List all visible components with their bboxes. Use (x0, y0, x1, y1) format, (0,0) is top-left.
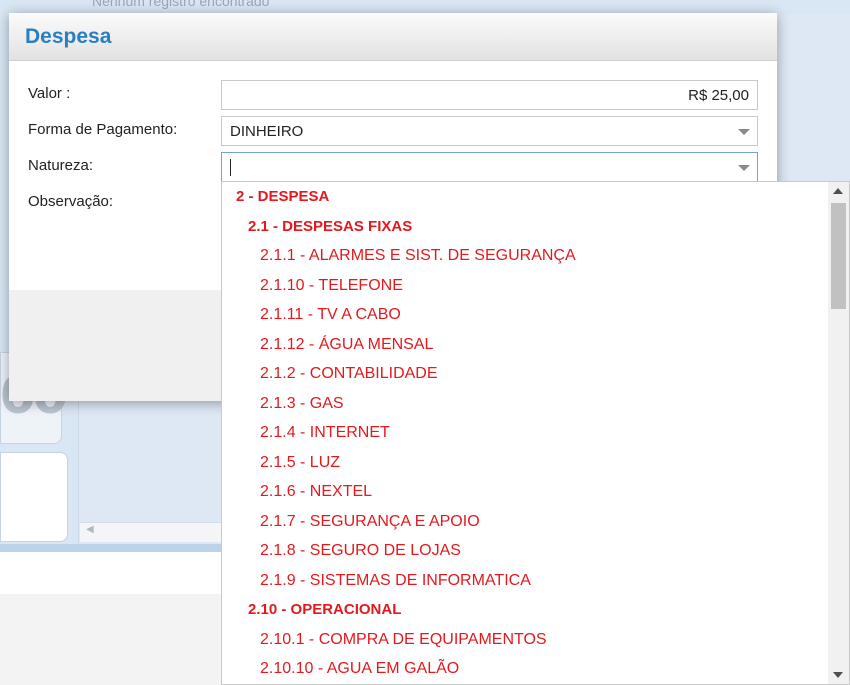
dropdown-option[interactable]: 2.1.6 - NEXTEL (222, 478, 826, 507)
background-tile (0, 452, 68, 542)
dropdown-option-label: 2.1.5 - LUZ (260, 453, 341, 471)
caret-down-icon[interactable] (738, 129, 750, 135)
dropdown-vertical-scrollbar[interactable] (828, 182, 849, 684)
observacao-label: Observação: (28, 193, 114, 210)
scroll-left-arrow-icon[interactable]: ◀ (86, 524, 94, 535)
natureza-label: Natureza: (28, 157, 94, 174)
dropdown-option-label: 2.1.11 - TV A CABO (260, 306, 401, 323)
dropdown-option-label: 2.1.1 - ALARMES E SIST. DE SEGURANÇA (260, 247, 576, 264)
scroll-down-arrow-icon[interactable] (833, 672, 843, 678)
dropdown-option-label: 2.1.7 - SEGURANÇA E APOIO (260, 512, 480, 530)
forma-pagamento-value: DINHEIRO (230, 123, 304, 140)
dropdown-option[interactable]: 2.1.11 - TV A CABO (222, 301, 826, 330)
background-empty-message: Nenhum registro encontrado (92, 0, 270, 9)
caret-down-icon[interactable] (738, 165, 750, 171)
dropdown-option[interactable]: 2.1.5 - LUZ (222, 449, 826, 478)
dropdown-option-label: 2.1.6 - NEXTEL (260, 483, 373, 500)
natureza-dropdown-list[interactable]: 2 - DESPESA 2.1 - DESPESAS FIXAS 2.1.1 - A… (221, 181, 850, 685)
dropdown-option[interactable]: 2.1.8 - SEGURO DE LOJAS (222, 537, 826, 566)
dropdown-option-label: 2.1.12 - ÁGUA MENSAL (260, 335, 434, 353)
text-cursor (230, 159, 231, 176)
dropdown-option-label: 2.1.4 - INTERNET (260, 424, 390, 441)
dropdown-option[interactable]: 2.1.3 - GAS (222, 390, 826, 419)
valor-input[interactable]: R$ 25,00 (221, 80, 758, 110)
dropdown-group-option[interactable]: 2 - DESPESA (222, 183, 826, 212)
dropdown-option-label: 2.1.10 - TELEFONE (260, 276, 403, 294)
dropdown-option-label: 2.10 - OPERACIONAL (248, 601, 402, 618)
dropdown-option[interactable]: 2.1.7 - SEGURANÇA E APOIO (222, 508, 826, 537)
forma-pagamento-label: Forma de Pagamento: (28, 121, 178, 138)
dropdown-group-option[interactable]: 2.1 - DESPESAS FIXAS (222, 213, 826, 242)
dropdown-option[interactable]: 2.1.12 - ÁGUA MENSAL (222, 331, 826, 360)
valor-label: Valor : (28, 85, 71, 102)
dialog-title: Despesa (25, 25, 112, 48)
dropdown-option-label: 2.10.10 - AGUA EM GALÃO (260, 660, 460, 677)
dialog-header: Despesa (9, 13, 777, 61)
scroll-up-arrow-icon[interactable] (833, 188, 843, 194)
dropdown-option-label: 2.10.1 - COMPRA DE EQUIPAMENTOS (260, 630, 547, 648)
dropdown-option[interactable]: 2.10.1 - COMPRA DE EQUIPAMENTOS (222, 626, 826, 655)
dropdown-option-label: 2.1 - DESPESAS FIXAS (248, 217, 413, 235)
dropdown-option-label: 2 - DESPESA (236, 188, 330, 205)
forma-pagamento-select[interactable]: DINHEIRO (221, 116, 758, 146)
scrollbar-thumb[interactable] (831, 203, 846, 309)
dropdown-option[interactable]: 2.1.4 - INTERNET (222, 419, 826, 448)
dropdown-option-label: 2.1.8 - SEGURO DE LOJAS (260, 542, 461, 559)
dropdown-option[interactable]: 2.1.1 - ALARMES E SIST. DE SEGURANÇA (222, 242, 826, 271)
dropdown-group-option[interactable]: 2.10 - OPERACIONAL (222, 596, 826, 625)
dropdown-option-label: 2.1.2 - CONTABILIDADE (260, 365, 438, 382)
dropdown-option[interactable]: 2.1.2 - CONTABILIDADE (222, 360, 826, 389)
dropdown-option[interactable]: 2.1.9 - SISTEMAS DE INFORMATICA (222, 567, 826, 596)
dropdown-option-label: 2.1.3 - GAS (260, 394, 344, 412)
valor-value: R$ 25,00 (688, 87, 749, 104)
dropdown-option-label: 2.1.9 - SISTEMAS DE INFORMATICA (260, 571, 531, 589)
natureza-select[interactable] (221, 152, 758, 182)
dropdown-option[interactable]: 2.10.10 - AGUA EM GALÃO (222, 655, 826, 684)
dropdown-option[interactable]: 2.1.10 - TELEFONE (222, 272, 826, 301)
